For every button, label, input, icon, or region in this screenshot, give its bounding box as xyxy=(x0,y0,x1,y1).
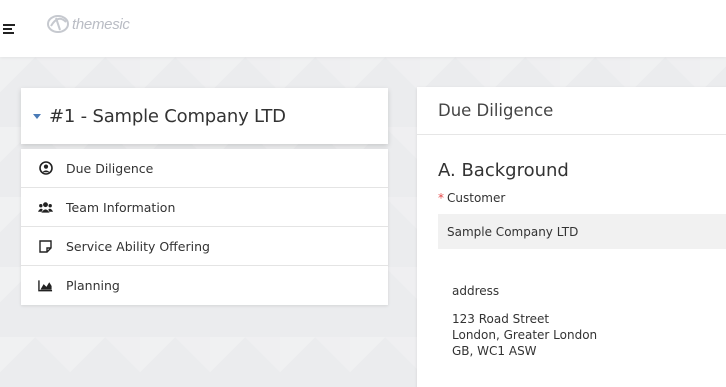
hamburger-menu-icon[interactable] xyxy=(3,24,15,34)
sticky-note-icon xyxy=(38,239,53,254)
main-panel: Due Diligence A. Background * Customer Sa… xyxy=(417,87,726,387)
customer-label-text: Customer xyxy=(447,191,506,205)
address-line: GB, WC1 ASW xyxy=(452,344,537,358)
menu-item-label: Service Ability Offering xyxy=(66,238,210,254)
user-circle-icon xyxy=(38,161,53,176)
side-menu: Due Diligence Team Information Service A… xyxy=(21,149,388,305)
logo[interactable]: themesic xyxy=(45,10,130,38)
menu-item-label: Due Diligence xyxy=(66,160,154,176)
company-panel[interactable]: #1 - Sample Company LTD xyxy=(21,88,388,144)
address-value: 123 Road Street London, Greater London G… xyxy=(452,311,597,359)
section-title: A. Background xyxy=(438,160,569,181)
address-label: address xyxy=(452,284,500,298)
logo-swirl-icon xyxy=(47,15,69,33)
customer-label: * Customer xyxy=(438,191,505,205)
logo-text: themesic xyxy=(72,15,130,33)
caret-down-icon[interactable] xyxy=(33,113,41,119)
menu-item-label: Team Information xyxy=(66,199,176,215)
menu-item-due-diligence[interactable]: Due Diligence xyxy=(21,149,388,188)
menu-item-service-ability-offering[interactable]: Service Ability Offering xyxy=(21,227,388,266)
address-line: 123 Road Street xyxy=(452,312,550,326)
area-chart-icon xyxy=(38,278,53,293)
company-title: #1 - Sample Company LTD xyxy=(49,105,286,127)
required-mark: * xyxy=(438,191,444,205)
panel-header-title: Due Diligence xyxy=(417,87,726,135)
menu-item-planning[interactable]: Planning xyxy=(21,266,388,305)
users-icon xyxy=(38,200,53,215)
menu-item-label: Planning xyxy=(66,278,120,293)
top-bar: themesic xyxy=(0,0,726,57)
menu-item-team-information[interactable]: Team Information xyxy=(21,188,388,227)
address-line: London, Greater London xyxy=(452,328,598,342)
customer-field[interactable]: Sample Company LTD xyxy=(438,214,726,249)
